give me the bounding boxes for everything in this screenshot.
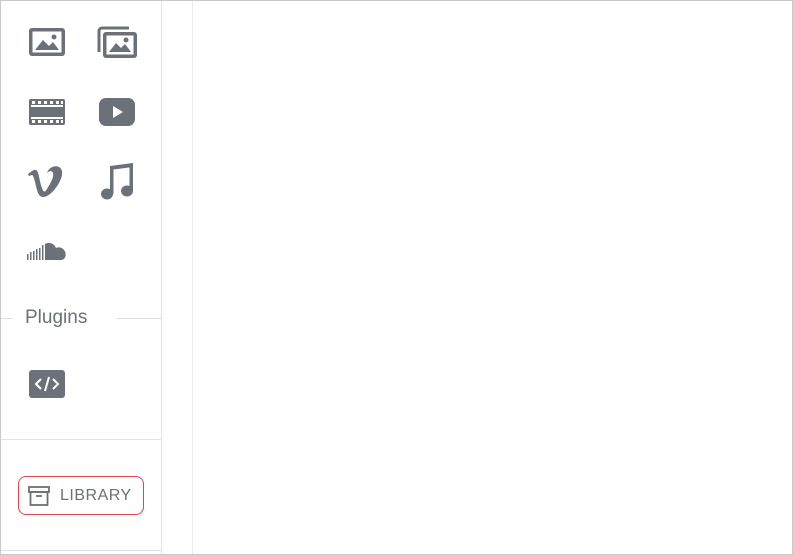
sidebar-divider xyxy=(1,439,162,440)
tool-video[interactable] xyxy=(22,90,72,134)
film-strip-icon xyxy=(29,99,65,125)
code-embed-icon xyxy=(29,370,65,398)
music-note-icon xyxy=(101,163,133,200)
tool-image[interactable] xyxy=(22,20,72,64)
gallery-icon xyxy=(97,26,137,58)
youtube-play-icon xyxy=(99,98,135,126)
plugins-rule-left xyxy=(1,318,13,319)
tool-youtube[interactable] xyxy=(92,90,142,134)
tool-gallery[interactable] xyxy=(92,20,142,64)
plugins-rule-right xyxy=(117,318,162,319)
editor-canvas[interactable] xyxy=(194,1,792,554)
tool-embed-code[interactable] xyxy=(22,362,72,406)
plugins-heading: Plugins xyxy=(25,307,88,328)
vimeo-icon xyxy=(28,166,63,197)
archive-box-icon xyxy=(28,485,50,506)
tool-soundcloud[interactable] xyxy=(22,230,72,274)
library-label: LIBRARY xyxy=(60,486,132,504)
tool-vimeo[interactable] xyxy=(22,160,72,204)
sidebar-gutter xyxy=(162,1,193,554)
sidebar-divider-bottom xyxy=(1,550,162,551)
insert-sidebar: Plugins LIBRARY xyxy=(1,1,162,554)
library-button[interactable]: LIBRARY xyxy=(18,476,144,515)
soundcloud-icon xyxy=(27,243,66,260)
image-icon xyxy=(29,28,65,56)
app-window: Plugins LIBRARY xyxy=(0,0,793,555)
tool-audio[interactable] xyxy=(92,160,142,204)
